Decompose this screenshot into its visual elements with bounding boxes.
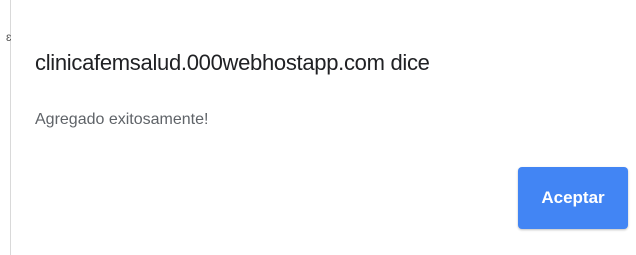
page: ɛ clinicafemsalud.000webhostapp.com dice…: [0, 0, 636, 255]
dialog-title: clinicafemsalud.000webhostapp.com dice: [35, 50, 430, 75]
alert-dialog: clinicafemsalud.000webhostapp.com dice A…: [11, 0, 636, 255]
dialog-message: Agregado exitosamente!: [35, 111, 209, 128]
accept-button[interactable]: Aceptar: [518, 167, 628, 229]
